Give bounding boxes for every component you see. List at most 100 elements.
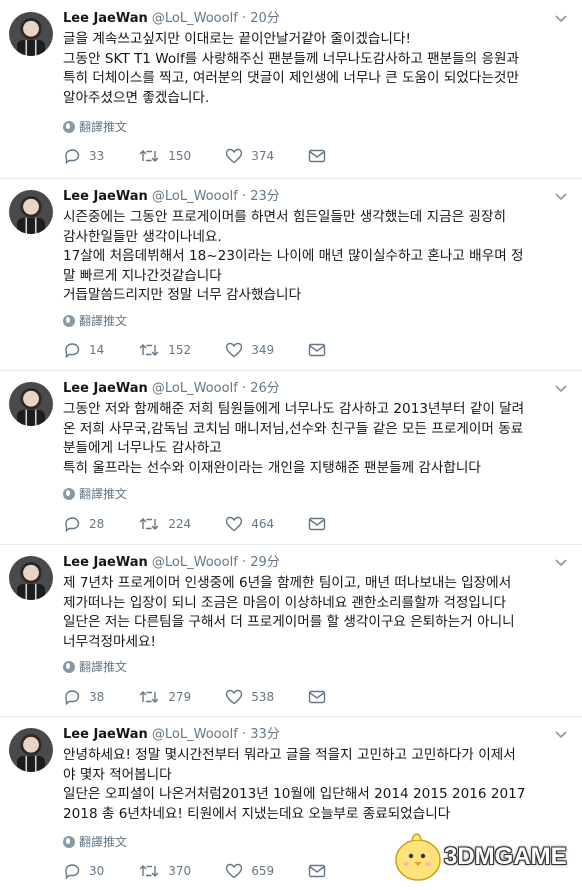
reply-button[interactable]: 28 (63, 516, 104, 532)
translate-tweet-link[interactable]: 翻譯推文 (63, 312, 127, 329)
envelope-icon (308, 149, 326, 163)
tweet-line: 알아주셨으면 좋겠습니다. (63, 89, 210, 106)
tweet-line: 그동안 저와 함께해준 저희 팀원들에게 너무나도 감사하고 2013년부터 같… (63, 401, 525, 417)
display-name[interactable]: Lee JaeWan (63, 11, 148, 26)
direct-message-button[interactable] (308, 149, 326, 163)
like-button[interactable]: 464 (225, 516, 274, 532)
tweet-header: Lee JaeWan @LoL_Wooolf · 20分 (63, 10, 280, 28)
retweet-icon (139, 865, 159, 877)
chevron-down-icon[interactable] (554, 384, 568, 394)
tweet[interactable]: Lee JaeWan @LoL_Wooolf · 29分 제 7년차 프로게이머… (0, 544, 582, 716)
envelope-icon (308, 517, 326, 531)
like-button[interactable]: 659 (225, 863, 274, 879)
retweet-button[interactable]: 370 (138, 863, 191, 879)
direct-message-button[interactable] (308, 343, 326, 357)
tweet-line: 말 빠르게 지나간것같습니다 (63, 267, 222, 284)
retweet-button[interactable]: 279 (138, 689, 191, 705)
direct-message-button[interactable] (308, 864, 326, 878)
tweet-header: Lee JaeWan @LoL_Wooolf · 26分 (63, 380, 280, 398)
tweet-line: 2018 총 6년차네요! 티원에서 지냈는데요 오늘부로 종료되었습니다 (63, 805, 451, 822)
tweet-text: 그동안 저와 함께해준 저희 팀원들에게 너무나도 감사하고 2013년부터 같… (63, 400, 573, 478)
display-name[interactable]: Lee JaeWan (63, 555, 148, 570)
tweet-header: Lee JaeWan @LoL_Wooolf · 23分 (63, 188, 280, 206)
retweet-count: 370 (168, 864, 192, 878)
reply-count: 30 (89, 864, 105, 878)
retweet-button[interactable]: 150 (138, 148, 191, 164)
reply-button[interactable]: 30 (63, 863, 104, 879)
direct-message-button[interactable] (308, 690, 326, 704)
user-handle[interactable]: @LoL_Wooolf (152, 11, 238, 26)
tweet-text: 안녕하세요! 정말 몇시간전부터 뭐라고 글을 적을지 고민하고 고민하다가 이… (63, 746, 573, 824)
timestamp[interactable]: 29分 (250, 555, 280, 570)
reply-button[interactable]: 14 (63, 342, 104, 358)
timestamp[interactable]: 20分 (250, 11, 280, 26)
reply-icon (65, 343, 80, 358)
globe-icon (63, 835, 75, 848)
reply-button[interactable]: 38 (63, 689, 104, 705)
avatar[interactable] (9, 728, 53, 772)
tweet-line: 안녕하세요! 정말 몇시간전부터 뭐라고 글을 적을지 고민하고 고민하다가 이… (63, 747, 516, 763)
tweet-text: 제 7년차 프로게이머 인생중에 6년을 함께한 팀이고, 매년 떠나보내는 입… (63, 574, 573, 652)
separator-dot: · (241, 381, 247, 396)
tweet-line: 그동안 SKT T1 Wolf를 사랑해주신 팬분들께 너무나도감사하고 팬분들… (63, 50, 520, 67)
translate-label: 翻譯推文 (79, 660, 128, 674)
tweet-actions: 38 279 538 (63, 689, 326, 705)
chevron-down-icon[interactable] (554, 14, 568, 24)
chevron-down-icon[interactable] (554, 730, 568, 740)
retweet-count: 152 (168, 343, 192, 357)
retweet-count: 279 (168, 690, 192, 704)
retweet-button[interactable]: 152 (138, 342, 191, 358)
like-button[interactable]: 374 (225, 148, 274, 164)
like-count: 538 (251, 690, 275, 704)
translate-tweet-link[interactable]: 翻譯推文 (63, 485, 127, 502)
tweet[interactable]: Lee JaeWan @LoL_Wooolf · 26分 그동안 저와 함께해준… (0, 370, 582, 544)
tweet-text: 글을 계속쓰고싶지만 이대로는 끝이안날거같아 줄이겠습니다! 그동안 SKT … (63, 30, 573, 108)
like-button[interactable]: 538 (225, 689, 274, 705)
tweet-line: 일단은 오피셜이 나온거처럼2013년 10월에 입단해서 2014 2015 … (63, 786, 526, 802)
user-handle[interactable]: @LoL_Wooolf (152, 555, 238, 570)
tweet-line: 너무걱정마세요! (63, 633, 156, 650)
tweet[interactable]: Lee JaeWan @LoL_Wooolf · 20分 글을 계속쓰고싶지만 … (0, 0, 582, 178)
site-watermark: 3DMGAME (388, 828, 578, 884)
user-handle[interactable]: @LoL_Wooolf (152, 189, 238, 204)
user-handle[interactable]: @LoL_Wooolf (152, 727, 238, 742)
translate-tweet-link[interactable]: 翻譯推文 (63, 833, 127, 850)
avatar[interactable] (9, 190, 53, 234)
display-name[interactable]: Lee JaeWan (63, 189, 148, 204)
tweet-line: 거듭말씀드리지만 정말 너무 감사했습니다 (63, 287, 302, 303)
like-button[interactable]: 349 (225, 342, 274, 358)
translate-tweet-link[interactable]: 翻譯推文 (63, 658, 127, 675)
reply-icon (65, 864, 80, 879)
display-name[interactable]: Lee JaeWan (63, 727, 148, 742)
timestamp[interactable]: 23分 (250, 189, 280, 204)
avatar[interactable] (9, 12, 53, 56)
translate-tweet-link[interactable]: 翻譯推文 (63, 118, 127, 135)
retweet-button[interactable]: 224 (138, 516, 191, 532)
reply-button[interactable]: 33 (63, 148, 104, 164)
chevron-down-icon[interactable] (554, 192, 568, 202)
heart-icon (225, 148, 243, 164)
separator-dot: · (241, 727, 247, 742)
translate-label: 翻譯推文 (79, 314, 128, 328)
globe-icon (63, 487, 75, 500)
reply-icon (65, 690, 80, 705)
tweet-line: 제가떠나는 입장이 되니 조금은 마음이 이상하네요 괜한소리를할까 걱정입니다 (63, 594, 506, 611)
like-count: 349 (251, 343, 275, 357)
avatar[interactable] (9, 382, 53, 426)
timestamp[interactable]: 26分 (250, 381, 280, 396)
timestamp[interactable]: 33分 (250, 727, 280, 742)
retweet-icon (139, 518, 159, 530)
heart-icon (225, 689, 243, 705)
tweet[interactable]: Lee JaeWan @LoL_Wooolf · 23分 시즌중에는 그동안 프… (0, 178, 582, 370)
display-name[interactable]: Lee JaeWan (63, 381, 148, 396)
reply-count: 38 (89, 690, 105, 704)
tweet-line: 특히 울프라는 선수와 이재완이라는 개인을 지탱해준 팬분들께 감사합니다 (63, 459, 481, 476)
chevron-down-icon[interactable] (554, 558, 568, 568)
retweet-icon (139, 691, 159, 703)
like-count: 374 (251, 149, 275, 163)
separator-dot: · (241, 11, 247, 26)
user-handle[interactable]: @LoL_Wooolf (152, 381, 238, 396)
tweet-line: 감사한일들만 생각이나네요. (63, 228, 222, 245)
direct-message-button[interactable] (308, 517, 326, 531)
avatar[interactable] (9, 556, 53, 600)
